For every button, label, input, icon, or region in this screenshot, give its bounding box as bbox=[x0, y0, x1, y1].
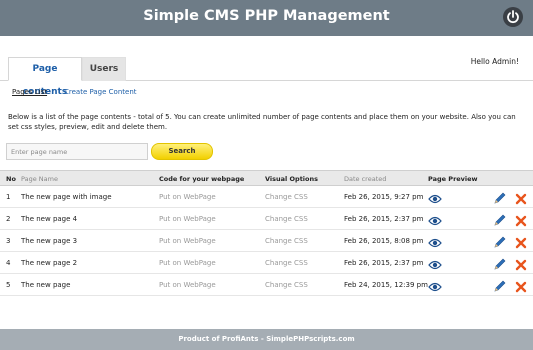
eye-icon[interactable] bbox=[428, 278, 442, 297]
eye-icon[interactable] bbox=[428, 256, 442, 275]
pencil-icon[interactable] bbox=[493, 234, 507, 253]
tab-bar: Page contents Users bbox=[0, 49, 533, 97]
delete-x-icon[interactable] bbox=[515, 234, 527, 253]
put-on-webpage-link[interactable]: Put on WebPage bbox=[159, 193, 216, 201]
change-css-link[interactable]: Change CSS bbox=[265, 281, 308, 289]
col-code: Code for your webpage bbox=[159, 175, 245, 183]
eye-icon[interactable] bbox=[428, 234, 442, 253]
tab-users[interactable]: Users bbox=[82, 57, 126, 81]
date-created: Feb 24, 2015, 12:39 pm bbox=[344, 281, 428, 289]
footer: Product of ProfiAnts - SimplePHPscripts.… bbox=[0, 329, 533, 350]
put-on-webpage-link[interactable]: Put on WebPage bbox=[159, 215, 216, 223]
date-created: Feb 26, 2015, 2:37 pm bbox=[344, 215, 424, 223]
delete-x-icon[interactable] bbox=[515, 256, 527, 275]
table-row: 5 The new page Put on WebPage Change CSS… bbox=[0, 274, 533, 296]
eye-icon[interactable] bbox=[428, 212, 442, 231]
put-on-webpage-link[interactable]: Put on WebPage bbox=[159, 281, 216, 289]
col-date-created: Date created bbox=[344, 175, 387, 183]
delete-x-icon[interactable] bbox=[515, 190, 527, 209]
col-visual-options: Visual Options bbox=[265, 175, 318, 183]
search-input[interactable] bbox=[6, 143, 148, 160]
pencil-icon[interactable] bbox=[493, 190, 507, 209]
delete-x-icon[interactable] bbox=[515, 212, 527, 231]
row-number: 2 bbox=[6, 215, 11, 223]
row-number: 5 bbox=[6, 281, 11, 289]
pencil-icon[interactable] bbox=[493, 256, 507, 275]
put-on-webpage-link[interactable]: Put on WebPage bbox=[159, 259, 216, 267]
row-number: 3 bbox=[6, 237, 11, 245]
put-on-webpage-link[interactable]: Put on WebPage bbox=[159, 237, 216, 245]
page-name: The new page 2 bbox=[21, 259, 78, 267]
page-name: The new page 3 bbox=[21, 237, 78, 245]
page-name: The new page with image bbox=[21, 193, 112, 201]
col-page-preview: Page Preview bbox=[428, 175, 478, 183]
table-row: 3 The new page 3 Put on WebPage Change C… bbox=[0, 230, 533, 252]
pencil-icon[interactable] bbox=[493, 278, 507, 297]
page-name: The new page 4 bbox=[21, 215, 78, 223]
page-description: Below is a list of the page contents - t… bbox=[8, 113, 516, 131]
table-row: 1 The new page with image Put on WebPage… bbox=[0, 186, 533, 208]
eye-icon[interactable] bbox=[428, 190, 442, 209]
pages-list-link[interactable]: Pages List bbox=[12, 88, 47, 96]
power-icon[interactable] bbox=[503, 7, 523, 27]
header-bar: Simple CMS PHP Management bbox=[0, 0, 533, 36]
col-page-name: Page Name bbox=[21, 175, 58, 183]
greeting: Hello Admin! bbox=[470, 57, 519, 66]
page-name: The new page bbox=[21, 281, 71, 289]
pencil-icon[interactable] bbox=[493, 212, 507, 231]
change-css-link[interactable]: Change CSS bbox=[265, 215, 308, 223]
delete-x-icon[interactable] bbox=[515, 278, 527, 297]
table-row: 4 The new page 2 Put on WebPage Change C… bbox=[0, 252, 533, 274]
date-created: Feb 26, 2015, 2:37 pm bbox=[344, 259, 424, 267]
change-css-link[interactable]: Change CSS bbox=[265, 237, 308, 245]
date-created: Feb 26, 2015, 9:27 pm bbox=[344, 193, 424, 201]
pages-table: No Page Name Code for your webpage Visua… bbox=[0, 170, 533, 296]
date-created: Feb 26, 2015, 8:08 pm bbox=[344, 237, 424, 245]
row-number: 1 bbox=[6, 193, 11, 201]
tab-page-contents[interactable]: Page contents bbox=[8, 57, 82, 97]
table-row: 2 The new page 4 Put on WebPage Change C… bbox=[0, 208, 533, 230]
search-button[interactable]: Search bbox=[151, 143, 213, 160]
app-title: Simple CMS PHP Management bbox=[143, 8, 390, 24]
change-css-link[interactable]: Change CSS bbox=[265, 193, 308, 201]
create-page-link[interactable]: Create Page Content bbox=[64, 88, 137, 96]
col-no: No bbox=[6, 175, 16, 183]
table-header: No Page Name Code for your webpage Visua… bbox=[0, 170, 533, 186]
row-number: 4 bbox=[6, 259, 11, 267]
change-css-link[interactable]: Change CSS bbox=[265, 259, 308, 267]
